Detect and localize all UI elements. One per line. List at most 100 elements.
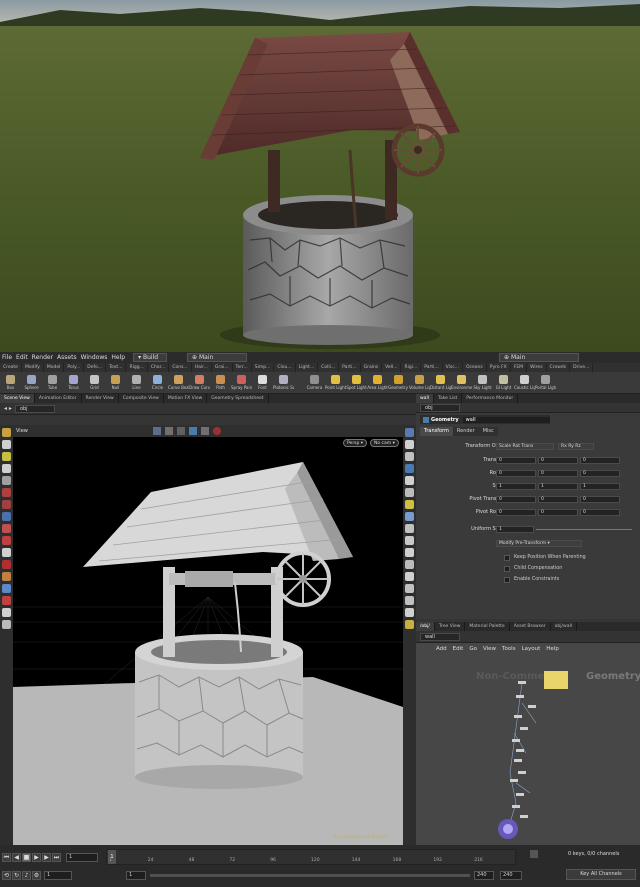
shelf-tool-portal-light[interactable]: Portal Light (535, 375, 556, 390)
shelf-tool-sky-light[interactable]: Sky Light (472, 375, 493, 390)
loop-toggle[interactable]: ↻ (12, 871, 21, 880)
snap-icon[interactable] (165, 427, 173, 435)
back-arrow-icon[interactable]: ◂ ▸ (4, 405, 12, 412)
step-back-button[interactable]: ◀ (12, 853, 21, 862)
shelf-tab-vell[interactable]: Vell... (382, 363, 402, 372)
tab-obj[interactable]: /obj/ (416, 622, 435, 631)
tab-transform[interactable]: Transform (420, 427, 453, 436)
menu-windows[interactable]: Windows (81, 354, 108, 361)
tab-material-palette[interactable]: Material Palette (465, 622, 510, 631)
key-icon[interactable] (530, 850, 538, 858)
shelf-tool-caustic-light[interactable]: Caustic Light (514, 375, 535, 390)
left-tool-15-icon[interactable] (2, 596, 11, 605)
menu-help[interactable]: Help (111, 354, 125, 361)
right-tool-14-icon[interactable] (405, 584, 414, 593)
tab-obj-wall[interactable]: obj/wall (551, 622, 577, 631)
menu-file[interactable]: File (2, 354, 12, 361)
menu-assets[interactable]: Assets (57, 354, 77, 361)
shelf-tab-modify[interactable]: Modify (22, 363, 44, 372)
right-tool-1-icon[interactable] (405, 428, 414, 437)
shelf-tab-parti[interactable]: Parti... (339, 363, 361, 372)
translate-x-field[interactable]: 0 (496, 457, 536, 464)
right-tool-6-icon[interactable] (405, 488, 414, 497)
tab-render[interactable]: Render (452, 427, 479, 436)
view-menu-label[interactable]: View (16, 428, 28, 434)
right-tool-4-icon[interactable] (405, 464, 414, 473)
shelf-tab-light[interactable]: Light... (296, 363, 319, 372)
shelf-tool-area-light[interactable]: Area Light (367, 375, 388, 390)
pivot-translate-y-field[interactable]: 0 (538, 496, 578, 503)
right-tool-16-icon[interactable] (405, 608, 414, 617)
left-tool-14-icon[interactable] (2, 584, 11, 593)
cam-menu[interactable]: No cam ▾ (370, 439, 399, 447)
shelf-tab-cons[interactable]: Cons... (169, 363, 192, 372)
node-name-field[interactable]: wall (462, 416, 550, 423)
shelf-tab-terr[interactable]: Terr... (233, 363, 252, 372)
jump-start-button[interactable]: ⏮ (2, 853, 11, 862)
shelf-tab-grains[interactable]: Grains (361, 363, 383, 372)
shelf-tab-wires[interactable]: Wires (527, 363, 547, 372)
right-tool-9-icon[interactable] (405, 524, 414, 533)
record-icon[interactable] (213, 427, 221, 435)
right-tool-10-icon[interactable] (405, 536, 414, 545)
shelf-tool-path[interactable]: Path (210, 375, 231, 390)
shelf-tab-create[interactable]: Create (0, 363, 22, 372)
left-tool-4-icon[interactable] (2, 464, 11, 473)
left-tool-2-icon[interactable] (2, 440, 11, 449)
right-tool-5-icon[interactable] (405, 476, 414, 485)
rotate-z-field[interactable]: 0 (580, 470, 620, 477)
audio-toggle[interactable]: ♪ (22, 871, 31, 880)
pivot-translate-x-field[interactable]: 0 (496, 496, 536, 503)
shelf-tool-torus[interactable]: Torus (63, 375, 84, 390)
shelf-tool-environment-light[interactable]: Environment Light (451, 375, 472, 390)
pivot-rotate-y-field[interactable]: 0 (538, 509, 578, 516)
shelf-tab-grai[interactable]: Grai... (212, 363, 233, 372)
shelf-tab-clou[interactable]: Clou... (274, 363, 296, 372)
shelf-tab-defo[interactable]: Defo... (84, 363, 107, 372)
shelf-tool-spray-paint[interactable]: Spray Paint (231, 375, 252, 390)
network-editor[interactable]: Add Edit Go View Tools Layout Help Non-Commerc… (416, 643, 640, 845)
tab-animation-editor[interactable]: Animation Editor (35, 394, 82, 403)
jump-end-button[interactable]: ⏭ (52, 853, 61, 862)
transform-order-menu[interactable]: Scale Rot Trans (496, 443, 554, 450)
3d-viewport[interactable]: Persp ▾ No cam ▾ Non-Commercial Edition (13, 437, 403, 845)
enable-constraints-checkbox[interactable] (504, 577, 510, 583)
shelf-tool-null[interactable]: Null (105, 375, 126, 390)
rotate-x-field[interactable]: 0 (496, 470, 536, 477)
desktop-selector-build[interactable]: ▾ Build (133, 353, 168, 362)
shelf-tool-line[interactable]: Line (126, 375, 147, 390)
menu-render[interactable]: Render (32, 354, 53, 361)
desktop-selector-right[interactable]: ⊕ Main (499, 353, 580, 362)
right-tool-7-icon[interactable] (405, 500, 414, 509)
range-start-field[interactable]: 1 (126, 871, 146, 880)
shelf-tab-text[interactable]: Text... (106, 363, 127, 372)
right-tool-17-icon[interactable] (405, 620, 414, 629)
tab-geometry-spreadsheet[interactable]: Geometry Spreadsheet (207, 394, 269, 403)
realtime-toggle[interactable]: ⟲ (2, 871, 11, 880)
left-tool-1-icon[interactable] (2, 428, 11, 437)
translate-y-field[interactable]: 0 (538, 457, 578, 464)
scene-path-field[interactable]: obj (14, 404, 55, 413)
tab-take-list[interactable]: Take List (434, 394, 463, 403)
child-compensation-checkbox[interactable] (504, 566, 510, 572)
pivot-translate-z-field[interactable]: 0 (580, 496, 620, 503)
shelf-tool-platonic-solids[interactable]: Platonic Solids (273, 375, 294, 390)
shelf-tab-colli[interactable]: Colli... (318, 363, 340, 372)
start-frame-field[interactable]: 1 (44, 871, 72, 880)
ghost-icon[interactable] (177, 427, 185, 435)
range-slider[interactable] (150, 874, 470, 877)
modify-pretransform-menu[interactable]: Modify Pre-Transform ▾ (496, 540, 582, 547)
tab-tree-view[interactable]: Tree View (435, 622, 466, 631)
left-tool-12-icon[interactable] (2, 560, 11, 569)
shelf-tab-model[interactable]: Model (44, 363, 65, 372)
shelf-tab-poly[interactable]: Poly... (64, 363, 85, 372)
left-tool-7-icon[interactable] (2, 500, 11, 509)
right-tool-15-icon[interactable] (405, 596, 414, 605)
shelf-tool-tube[interactable]: Tube (42, 375, 63, 390)
network-path-field[interactable]: wall (420, 632, 460, 641)
uniform-scale-field[interactable]: 1 (496, 526, 534, 533)
tab-asset-browser[interactable]: Asset Browser (510, 622, 551, 631)
left-tool-8-icon[interactable] (2, 512, 11, 521)
scale-z-field[interactable]: 1 (580, 483, 620, 490)
right-tool-13-icon[interactable] (405, 572, 414, 581)
